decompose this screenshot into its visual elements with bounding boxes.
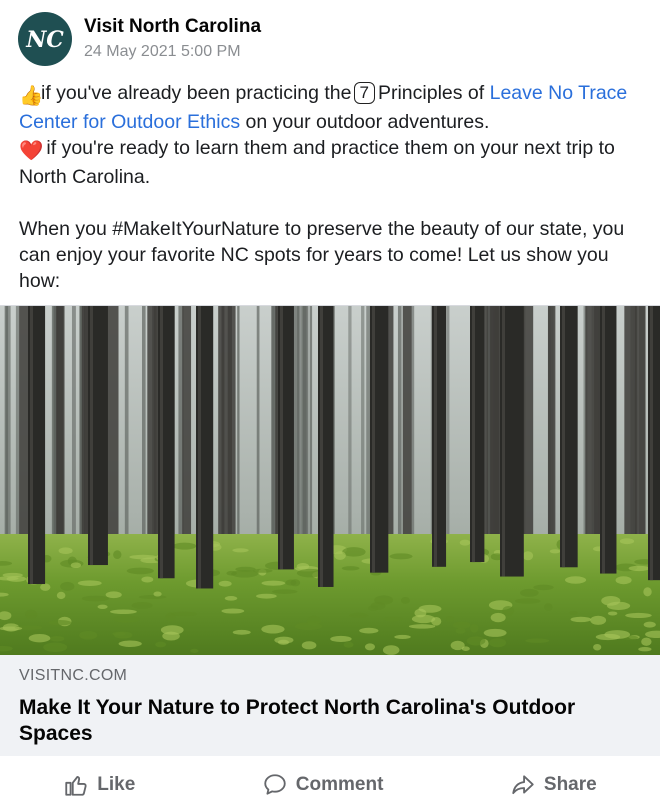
page-avatar[interactable]: NC — [18, 12, 72, 66]
share-button[interactable]: Share — [510, 772, 597, 798]
comment-label: Comment — [295, 773, 384, 795]
pine-forest-photo — [0, 306, 660, 656]
post-paragraph-1: 👍if you've already been practicing the 7 P… — [19, 80, 644, 190]
link-preview-image[interactable] — [0, 305, 660, 656]
post-actions-bar: Like Comment Share — [0, 757, 660, 812]
thumbs-up-icon — [65, 775, 87, 796]
post-text-segment: on your outdoor adventures. — [245, 111, 490, 133]
red-heart-emoji-icon: ❤️ — [19, 140, 44, 162]
page-name[interactable]: Visit North Carolina — [84, 15, 261, 39]
link-title[interactable]: Make It Your Nature to Protect North Car… — [19, 695, 619, 747]
post-text-segment: if you've already been practicing the — [41, 82, 352, 104]
post-meta: Visit North Carolina 24 May 2021 5:00 PM — [84, 15, 261, 64]
number-badge: 7 — [353, 82, 375, 104]
like-label: Like — [97, 773, 136, 795]
post-paragraph-2: When you #MakeItYourNature to preserve t… — [19, 218, 625, 292]
post-header: NC Visit North Carolina 24 May 2021 5:00… — [18, 12, 261, 66]
post-text: 👍if you've already been practicing the 7 P… — [19, 80, 644, 294]
share-label: Share — [543, 773, 597, 795]
like-button[interactable]: Like — [63, 772, 135, 798]
speech-bubble-icon — [264, 773, 286, 795]
post-text-segment: Principles of — [377, 82, 485, 104]
thumbs-up-emoji-icon: 👍 — [19, 85, 44, 107]
nc-logo: NC — [25, 27, 64, 53]
post-timestamp[interactable]: 24 May 2021 5:00 PM — [84, 40, 261, 64]
link-preview-card[interactable]: VISITNC.COM Make It Your Nature to Prote… — [0, 655, 660, 756]
post-text-segment: if you're ready to learn them and practi… — [19, 137, 615, 188]
link-domain: VISITNC.COM — [19, 667, 128, 684]
share-arrow-icon — [512, 774, 534, 794]
svg-text:NC: NC — [25, 27, 64, 53]
comment-button[interactable]: Comment — [262, 772, 384, 798]
